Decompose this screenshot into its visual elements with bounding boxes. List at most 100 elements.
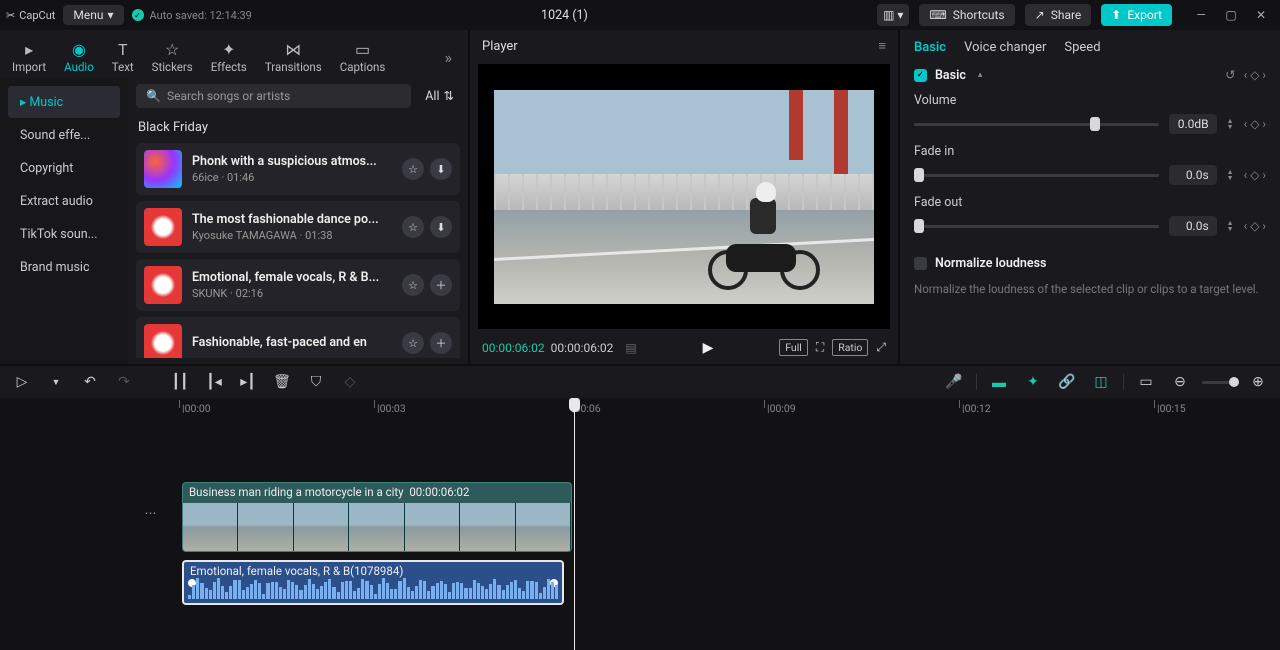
fadeout-stepper[interactable]: ▲▼ [1227,220,1234,232]
fadein-value[interactable]: 0.0s [1169,165,1217,185]
sidebar-item-music[interactable]: ▸ Music [8,86,120,118]
fadeout-keyframe[interactable]: ‹ ◇ › [1244,219,1266,233]
volume-value[interactable]: 0.0dB [1169,114,1217,134]
current-time: 00:00:06:02 [482,341,545,355]
media-tab-audio[interactable]: ◉Audio [58,36,100,78]
sidebar-item-copyright[interactable]: Copyright [8,153,120,184]
pointer-tool[interactable]: ▷ [10,374,34,390]
keyframe-nav[interactable]: ‹ ◇ › [1244,68,1266,82]
media-tab-captions[interactable]: ▭Captions [334,36,392,78]
fadein-stepper[interactable]: ▲▼ [1227,169,1234,181]
zoom-out[interactable]: ⊖ [1168,374,1192,390]
search-input[interactable]: 🔍 Search songs or artists [136,84,411,108]
list-icon[interactable]: ▤ [625,341,636,355]
playhead[interactable] [574,398,575,650]
fadeout-value[interactable]: 0.0s [1169,216,1217,236]
mic-button[interactable]: 🎤 [942,374,966,390]
filter-button[interactable]: All ⇅ [419,84,460,108]
reset-icon[interactable]: ↺ [1225,67,1235,83]
media-tab-effects[interactable]: ✦Effects [205,36,253,78]
media-tab-import[interactable]: ▸Import [6,36,52,78]
sidebar-item-brand-music[interactable]: Brand music [8,252,120,283]
download-button[interactable]: ⬇ [430,158,452,180]
normalize-checkbox[interactable] [914,257,927,270]
delete-tool[interactable]: 🗑 [270,374,294,390]
fullscreen-icon[interactable]: ⤢ [876,340,886,355]
player-menu-icon[interactable]: ≡ [878,38,886,54]
trim-right-tool[interactable]: ▸┃ [236,374,260,390]
timeline-body[interactable]: |00:00|00:03|00:06|00:09|00:12|00:15 ✎ C… [0,398,1280,650]
favorite-button[interactable]: ☆ [402,332,424,354]
ratio-button[interactable]: Ratio [832,339,868,356]
sidebar-item-tiktok-sounds[interactable]: TikTok soun... [8,219,120,250]
fadein-slider[interactable] [914,174,1159,177]
zoom-slider[interactable] [1202,381,1236,384]
sidebar-item-sound-effects[interactable]: Sound effe... [8,120,120,151]
undo-button[interactable]: ↶ [78,374,102,390]
menu-button[interactable]: Menu ▾ [63,5,123,25]
full-button[interactable]: Full [779,339,808,356]
media-split: ▸ Music Sound effe... Copyright Extract … [0,78,468,364]
timeline-toolbar: ▷ ▼ ↶ ↷ ┃┃ ┃◂ ▸┃ 🗑 ⛉ ◇ 🎤 ▬ ✦ 🔗 ◫ ▭ ⊖ ⊕ [0,366,1280,398]
layout-button[interactable]: ▥ ▾ [877,4,909,26]
tab-speed[interactable]: Speed [1064,40,1100,55]
favorite-button[interactable]: ☆ [402,216,424,238]
chevron-down-icon: ▾ [107,8,113,22]
normalize-description: Normalize the loudness of the selected c… [914,281,1266,297]
track-item[interactable]: Emotional, female vocals, R & B... SKUNK… [136,259,460,311]
track-options[interactable]: ▭ [1134,374,1158,390]
shortcuts-button[interactable]: ⌨ Shortcuts [919,4,1014,26]
volume-slider[interactable] [914,123,1159,126]
media-tab-stickers[interactable]: ☆Stickers [146,36,199,78]
magnet-toggle[interactable]: ▬ [987,374,1011,391]
fadein-keyframe[interactable]: ‹ ◇ › [1244,168,1266,182]
timeline-main[interactable]: |00:00|00:03|00:06|00:09|00:12|00:15 ✎ C… [134,398,1280,650]
total-time: 00:00:06:02 [551,341,614,355]
more-icon[interactable]: ⋯ [144,506,156,520]
track-list[interactable]: Phonk with a suspicious atmos... 66ice ·… [136,143,460,358]
player-viewport[interactable] [478,64,890,329]
media-tab-text[interactable]: TText [106,36,140,78]
track-item[interactable]: Phonk with a suspicious atmos... 66ice ·… [136,143,460,195]
tab-voice-changer[interactable]: Voice changer [964,40,1046,55]
add-button[interactable]: ＋ [430,332,452,354]
trim-left-tool[interactable]: ┃◂ [202,374,226,390]
split-tool[interactable]: ┃┃ [168,374,192,390]
sidebar-item-extract-audio[interactable]: Extract audio [8,186,120,217]
play-button[interactable]: ▶ [703,340,714,356]
chevron-up-icon[interactable]: ▴ [978,70,983,80]
inspector-tabs: Basic Voice changer Speed [900,30,1280,63]
mute-icon[interactable]: 🔈 [134,506,136,520]
timeline-ruler[interactable]: |00:00|00:03|00:06|00:09|00:12|00:15 [182,398,1280,420]
maximize-button[interactable]: ▢ [1218,4,1244,26]
fadeout-slider[interactable] [914,225,1159,228]
preview-frame [494,90,874,304]
preview-toggle[interactable]: ◫ [1089,374,1113,390]
export-button[interactable]: ⬆ Export [1101,4,1172,26]
tab-basic[interactable]: Basic [914,40,946,55]
share-button[interactable]: ↗ Share [1025,4,1092,26]
pointer-dropdown[interactable]: ▼ [44,377,68,388]
audio-clip[interactable]: Emotional, female vocals, R & B(1078984) [182,560,564,605]
shield-tool[interactable]: ⛉ [304,374,328,390]
download-button[interactable]: ⬇ [430,216,452,238]
video-clip[interactable]: Business man riding a motorcycle in a ci… [182,482,572,552]
minimize-button[interactable]: — [1188,4,1214,26]
add-button[interactable]: ＋ [430,274,452,296]
volume-stepper[interactable]: ▲▼ [1227,118,1234,130]
volume-keyframe[interactable]: ‹ ◇ › [1244,117,1266,131]
favorite-button[interactable]: ☆ [402,274,424,296]
document-title[interactable]: 1024 (1) [260,8,869,23]
snap-toggle[interactable]: ✦ [1021,374,1045,390]
media-tab-transitions[interactable]: ⋈Transitions [259,36,328,78]
track-item[interactable]: Fashionable, fast-paced and en ☆ ＋ [136,317,460,358]
favorite-button[interactable]: ☆ [402,158,424,180]
link-toggle[interactable]: 🔗 [1055,374,1079,390]
crop-icon[interactable]: ⛶ [816,340,824,355]
expand-tabs-button[interactable]: » [435,42,463,73]
basic-checkbox[interactable]: ✓ [914,69,927,82]
track-item[interactable]: The most fashionable dance po... Kyosuke… [136,201,460,253]
close-button[interactable]: ✕ [1248,4,1274,26]
redo-button[interactable]: ↷ [112,374,136,390]
zoom-in[interactable]: ⊕ [1246,374,1270,390]
